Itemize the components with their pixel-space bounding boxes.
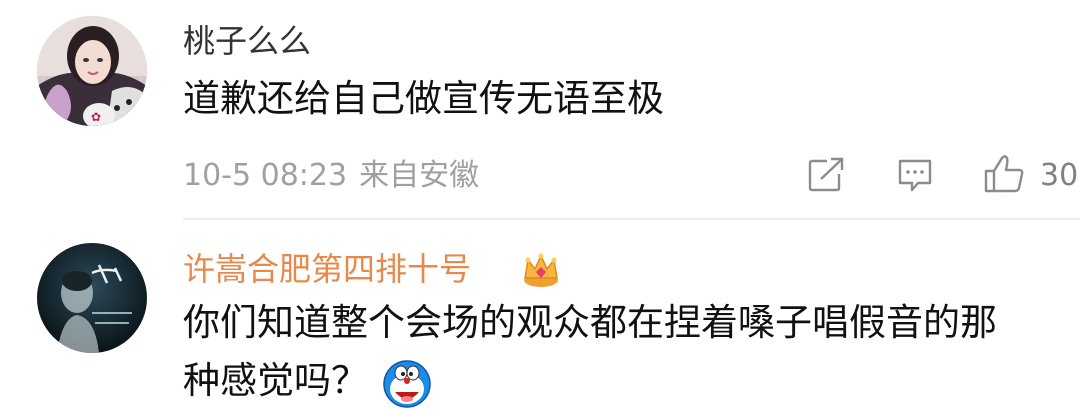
username[interactable]: 许嵩合肥第四排十号 bbox=[183, 249, 471, 289]
divider bbox=[183, 218, 1080, 220]
comment-meta: 10-5 08:23 来自安徽 bbox=[183, 156, 491, 196]
crown-badge-icon bbox=[521, 252, 561, 292]
svg-text:✿: ✿ bbox=[91, 110, 101, 124]
doraemon-emoji bbox=[381, 358, 433, 412]
comment-text: 道歉还给自己做宣传无语至极 bbox=[183, 77, 664, 120]
avatar[interactable] bbox=[37, 243, 147, 353]
username[interactable]: 桃子么么 bbox=[183, 21, 311, 61]
comment-date: 10-5 08:23 bbox=[183, 158, 348, 193]
avatar[interactable]: ✿ bbox=[37, 16, 147, 126]
reply-icon[interactable] bbox=[896, 157, 934, 197]
like-count: 30 bbox=[1040, 158, 1079, 193]
like-icon[interactable] bbox=[983, 154, 1025, 198]
comment-source: 来自安徽 bbox=[359, 158, 480, 193]
comment-text: 种感觉吗？ bbox=[183, 359, 368, 402]
comment-text: 你们知道整个会场的观众都在捏着嗓子唱假音的那 bbox=[183, 301, 997, 344]
share-icon[interactable] bbox=[807, 157, 845, 197]
